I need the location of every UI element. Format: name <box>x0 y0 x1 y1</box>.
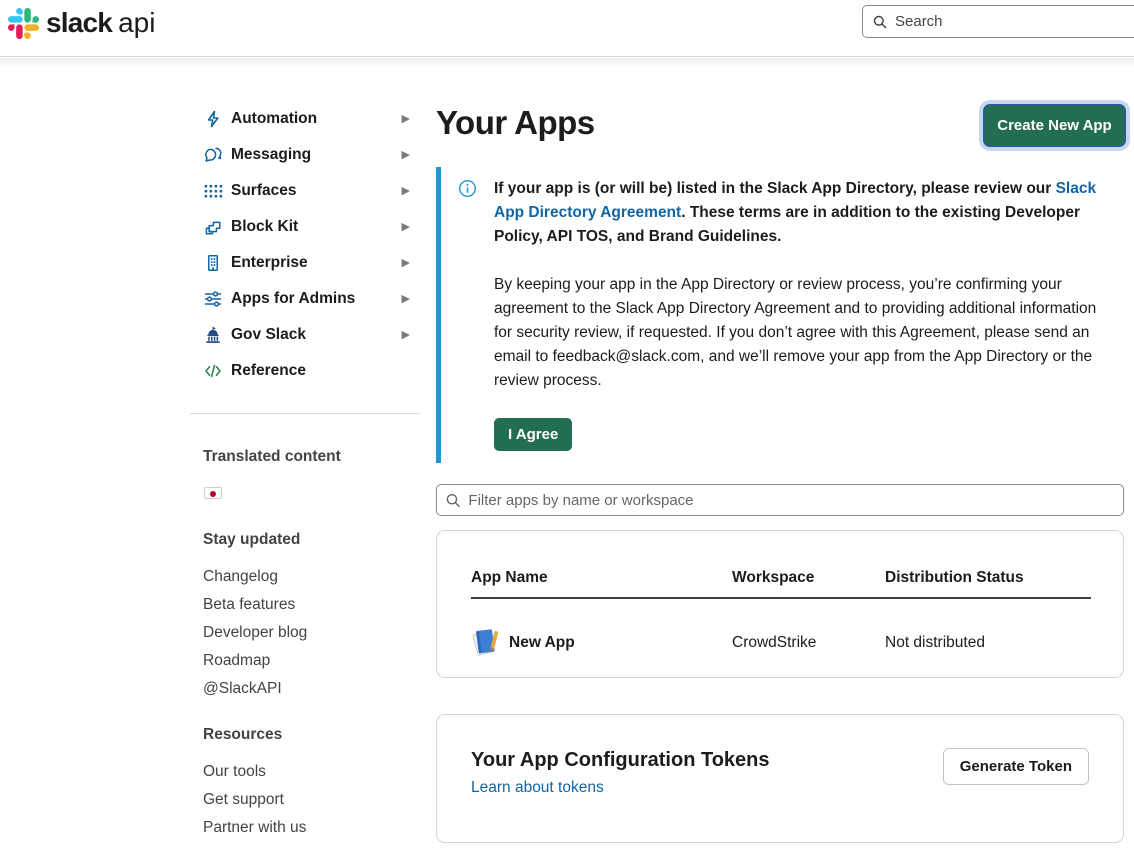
sidebar-item-label: Gov Slack <box>231 326 306 344</box>
logo-text-slack: slack <box>46 7 112 38</box>
top-bar: slackapi <box>0 0 1134 57</box>
distribution-status-cell: Not distributed <box>885 634 985 652</box>
sidebar-item-enterprise[interactable]: Enterprise ▶ <box>203 245 410 281</box>
filter-apps-input[interactable] <box>468 492 1115 509</box>
config-tokens-card: Your App Configuration Tokens Learn abou… <box>436 714 1124 843</box>
search-icon <box>872 14 888 30</box>
global-search <box>862 5 1134 38</box>
resources-heading: Resources <box>203 726 282 744</box>
notice-bold-paragraph: If your app is (or will be) listed in th… <box>494 177 1108 249</box>
sliders-icon <box>203 289 223 309</box>
sidebar-item-gov-slack[interactable]: Gov Slack ▶ <box>203 317 410 353</box>
sidebar-item-label: Enterprise <box>231 254 308 272</box>
chat-bubbles-icon <box>203 145 223 165</box>
search-input[interactable] <box>895 13 1134 30</box>
learn-about-tokens-link[interactable]: Learn about tokens <box>471 779 604 797</box>
tokens-card-title: Your App Configuration Tokens <box>471 749 770 772</box>
sidebar-item-automation[interactable]: Automation ▶ <box>203 101 410 137</box>
building-icon <box>203 253 223 273</box>
chevron-right-icon: ▶ <box>402 258 410 269</box>
sidebar-item-label: Block Kit <box>231 218 298 236</box>
slack-api-your-apps-page: slackapi Automation ▶ Messaging ▶ Surfac… <box>0 0 1134 850</box>
sidebar-item-apps-for-admins[interactable]: Apps for Admins ▶ <box>203 281 410 317</box>
sidebar-divider <box>190 413 420 414</box>
translated-content-heading: Translated content <box>203 448 341 466</box>
column-workspace: Workspace <box>732 569 814 587</box>
create-new-app-button[interactable]: Create New App <box>985 106 1124 145</box>
apps-table-header: App Name Workspace Distribution Status <box>471 569 1091 599</box>
i-agree-button[interactable]: I Agree <box>494 418 572 451</box>
link-roadmap[interactable]: Roadmap <box>203 647 413 675</box>
filter-apps <box>436 484 1124 516</box>
workspace-cell: CrowdStrike <box>732 634 816 652</box>
app-name-cell[interactable]: New App <box>509 634 575 652</box>
app-directory-notice: If your app is (or will be) listed in th… <box>436 167 1124 463</box>
sidebar-item-label: Surfaces <box>231 182 296 200</box>
page-title: Your Apps <box>436 104 595 142</box>
stay-updated-links: Changelog Beta features Developer blog R… <box>203 563 413 703</box>
notice-text-before-link: If your app is (or will be) listed in th… <box>494 180 1056 197</box>
link-partner-with-us[interactable]: Partner with us <box>203 814 413 842</box>
column-app-name: App Name <box>471 569 548 587</box>
header-shadow <box>0 58 1134 67</box>
column-distribution-status: Distribution Status <box>885 569 1024 587</box>
sidebar-item-label: Messaging <box>231 146 311 164</box>
info-icon <box>458 179 477 198</box>
generate-token-button[interactable]: Generate Token <box>943 748 1089 785</box>
notice-body-paragraph: By keeping your app in the App Directory… <box>494 273 1102 393</box>
sidebar-item-messaging[interactable]: Messaging ▶ <box>203 137 410 173</box>
sidebar-item-label: Automation <box>231 110 317 128</box>
sidebar-item-label: Apps for Admins <box>231 290 355 308</box>
link-beta-features[interactable]: Beta features <box>203 591 413 619</box>
chevron-right-icon: ▶ <box>402 294 410 305</box>
default-app-icon <box>469 625 503 659</box>
capitol-icon <box>203 325 223 345</box>
sidebar-nav: Automation ▶ Messaging ▶ Surfaces ▶ Bloc… <box>203 101 410 389</box>
grid-dots-icon <box>203 181 223 201</box>
chevron-right-icon: ▶ <box>402 150 410 161</box>
table-row[interactable]: New App CrowdStrike Not distributed <box>471 623 1091 665</box>
chevron-right-icon: ▶ <box>402 114 410 125</box>
blocks-icon <box>203 217 223 237</box>
filter-search-icon <box>445 492 461 509</box>
link-slackapi-twitter[interactable]: @SlackAPI <box>203 675 413 703</box>
chevron-right-icon: ▶ <box>402 330 410 341</box>
sidebar-item-block-kit[interactable]: Block Kit ▶ <box>203 209 410 245</box>
sidebar-item-label: Reference <box>231 362 306 380</box>
lightning-icon <box>203 109 223 129</box>
apps-table-card: App Name Workspace Distribution Status N… <box>436 530 1124 678</box>
resources-links: Our tools Get support Partner with us <box>203 758 413 842</box>
sidebar-item-reference[interactable]: Reference <box>203 353 410 389</box>
code-icon <box>203 361 223 381</box>
chevron-right-icon: ▶ <box>402 222 410 233</box>
chevron-right-icon: ▶ <box>402 186 410 197</box>
link-get-support[interactable]: Get support <box>203 786 413 814</box>
link-our-tools[interactable]: Our tools <box>203 758 413 786</box>
japan-flag-icon[interactable] <box>204 487 222 499</box>
stay-updated-heading: Stay updated <box>203 531 300 549</box>
link-changelog[interactable]: Changelog <box>203 563 413 591</box>
slack-api-logo[interactable]: slackapi <box>8 7 155 39</box>
logo-text: slackapi <box>46 7 155 39</box>
sidebar-item-surfaces[interactable]: Surfaces ▶ <box>203 173 410 209</box>
link-developer-blog[interactable]: Developer blog <box>203 619 413 647</box>
logo-text-api: api <box>118 7 155 38</box>
slack-pinwheel-icon <box>8 8 39 39</box>
